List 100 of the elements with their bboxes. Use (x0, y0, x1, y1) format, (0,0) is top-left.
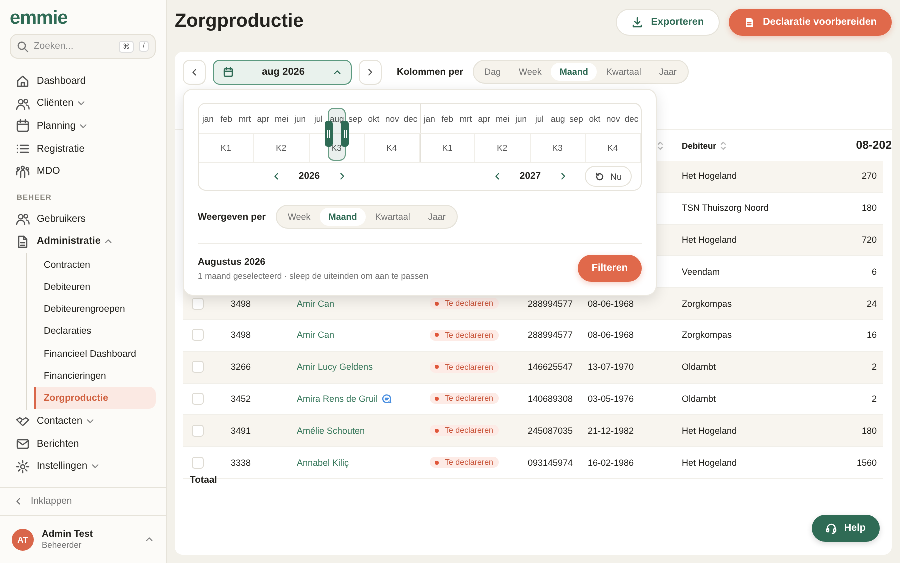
nav-item[interactable]: Contacten (0, 410, 166, 434)
month-option[interactable]: jul (535, 114, 544, 124)
tab[interactable]: Jaar (650, 63, 686, 81)
client-link[interactable]: Amélie Schouten (297, 426, 366, 436)
month-option[interactable]: jan (424, 114, 436, 124)
quarter-option[interactable]: K1 (442, 143, 453, 153)
client-link[interactable]: Amira Rens de Gruil (297, 394, 378, 404)
tab[interactable]: Kwartaal (597, 63, 650, 81)
quarter-option[interactable]: K2 (276, 143, 287, 153)
nav-item[interactable]: Financieringen (34, 365, 156, 388)
home-icon (16, 74, 30, 88)
month-option[interactable]: dec (404, 114, 418, 124)
search-field[interactable]: Zoeken... (34, 41, 114, 52)
nav-item[interactable]: Debiteuren (34, 276, 156, 299)
quarter-option[interactable]: K2 (497, 143, 508, 153)
nav-item[interactable]: Contracten (34, 254, 156, 276)
nav-item[interactable]: Declaraties (34, 320, 156, 343)
range-selection[interactable] (328, 108, 346, 161)
chevron-icon (78, 122, 88, 131)
next-button[interactable] (359, 60, 382, 84)
next-year-button[interactable] (338, 172, 348, 181)
month-option[interactable]: okt (589, 114, 601, 124)
client-link[interactable]: Amir Lucy Geldens (297, 362, 374, 372)
nav-item[interactable]: Planning (0, 115, 166, 138)
nav-item[interactable]: MDO (0, 160, 166, 183)
month-option[interactable]: jan (202, 114, 214, 124)
today-button[interactable]: Nu (585, 166, 632, 187)
quarter-option[interactable]: K4 (386, 143, 398, 153)
month-option[interactable]: nov (606, 114, 620, 124)
nav-item[interactable]: Cliënten (0, 92, 166, 116)
checkbox[interactable] (192, 329, 204, 342)
tab[interactable]: Jaar (419, 208, 455, 226)
checkbox[interactable] (192, 298, 204, 310)
previous-year-button[interactable] (272, 172, 281, 181)
tab[interactable]: Dag (476, 63, 510, 81)
column-header[interactable]: 08-202 (856, 140, 892, 152)
month-option[interactable]: jun (516, 114, 527, 124)
month-option[interactable]: dec (624, 114, 639, 124)
columns-label: Kolommen per (397, 66, 464, 78)
month-option[interactable]: jul (314, 114, 323, 124)
table-cell: 16 (866, 330, 877, 340)
table-cell: 3338 (231, 458, 252, 468)
month-option[interactable]: mrt (460, 114, 472, 124)
tab[interactable]: Week (278, 208, 320, 226)
next-year-button[interactable] (559, 172, 568, 181)
table-cell: 720 (862, 234, 877, 245)
nav-item[interactable]: Registratie (0, 138, 166, 160)
month-option[interactable]: apr (257, 114, 270, 124)
table-cell: Het Hogeland (682, 458, 738, 468)
checkbox[interactable] (192, 456, 204, 469)
client-link[interactable]: Annabel Kiliç (297, 458, 350, 468)
nav-item[interactable]: Gebruikers (0, 208, 166, 231)
total-label: Totaal (190, 474, 218, 486)
tab[interactable]: Kwartaal (366, 208, 420, 226)
month-option[interactable]: jun (294, 114, 306, 124)
client-link[interactable]: Amir Can (297, 298, 335, 309)
table-cell: 1560 (856, 458, 877, 468)
month-option[interactable]: mrt (238, 114, 252, 124)
collapse-link[interactable]: Inklappen (0, 487, 166, 515)
reset-icon (595, 172, 606, 182)
tab[interactable]: Maand (550, 63, 598, 81)
checkbox[interactable] (192, 361, 204, 374)
quarter-option[interactable]: K3 (331, 143, 342, 153)
month-option[interactable]: feb (220, 114, 233, 124)
nav-item[interactable]: Administratie (0, 230, 166, 254)
nav-item[interactable]: Berichten (0, 433, 166, 456)
chevron-icon (104, 237, 113, 246)
previous-button[interactable] (183, 60, 206, 84)
month-option[interactable]: nov (386, 114, 400, 124)
month-option[interactable]: mei (275, 114, 289, 124)
quarter-option[interactable]: K1 (220, 143, 232, 153)
month-option[interactable]: feb (442, 114, 454, 124)
users-icon (16, 212, 30, 226)
table-cell: 2 (872, 394, 877, 404)
tab[interactable]: Week (510, 63, 551, 81)
quarter-option[interactable]: K4 (608, 143, 618, 153)
month-option[interactable]: sep (348, 114, 362, 124)
month-option[interactable]: aug (551, 114, 566, 124)
checkbox[interactable] (192, 424, 204, 437)
month-option[interactable]: okt (368, 114, 380, 124)
calendar-icon (16, 119, 30, 134)
nav-item[interactable]: Financieel Dashboard (34, 342, 156, 366)
previous-year-button[interactable] (492, 172, 502, 181)
month-option[interactable]: apr (478, 114, 491, 124)
nav-item[interactable]: Debiteurengroepen (34, 298, 156, 321)
help-button[interactable]: Help (812, 515, 880, 542)
nav-item[interactable]: Dashboard (0, 70, 166, 93)
column-header[interactable]: Debiteur (682, 140, 716, 150)
table-cell: Zorgkompas (682, 330, 732, 340)
client-link[interactable]: Amir Can (297, 330, 335, 340)
checkbox[interactable] (192, 392, 204, 405)
month-option[interactable]: mei (496, 114, 510, 124)
user-name: Admin Test (42, 529, 94, 540)
tab[interactable]: Maand (320, 208, 366, 226)
date-picker-button[interactable]: aug 2026 (213, 60, 352, 84)
quarter-option[interactable]: K3 (552, 143, 563, 153)
chevron-icon (76, 99, 86, 108)
month-option[interactable]: sep (570, 114, 584, 124)
export-button[interactable]: Exporteren (616, 8, 720, 36)
nav-item[interactable]: Instellingen (0, 456, 166, 478)
